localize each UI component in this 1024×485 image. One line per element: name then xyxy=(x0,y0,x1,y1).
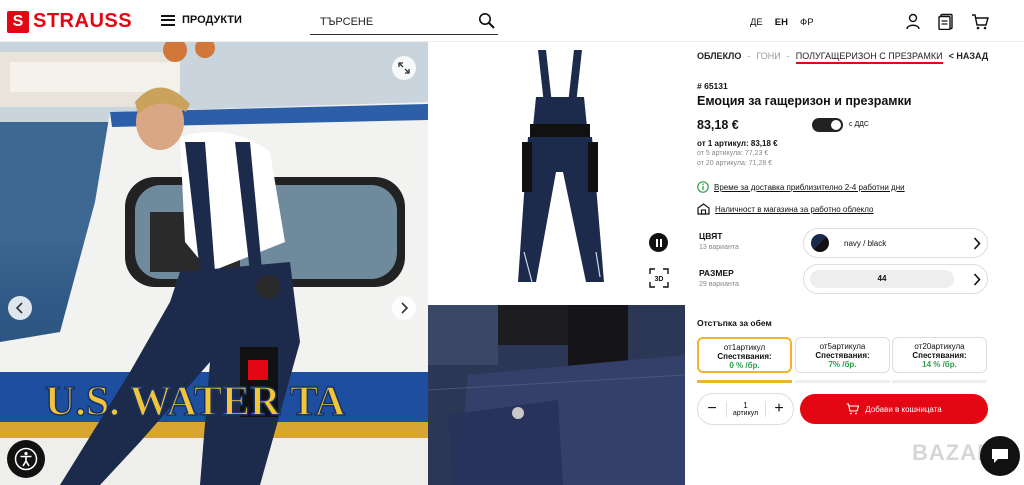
breadcrumb-clothing[interactable]: ОБЛЕКЛО xyxy=(697,51,741,64)
delivery-info: Време за доставка приблизително 2-4 рабо… xyxy=(697,181,905,193)
view-3d-icon[interactable]: 3D xyxy=(649,268,669,288)
logo-mark-icon: S xyxy=(7,10,29,33)
bulk-progress-bar xyxy=(697,380,792,383)
hamburger-icon xyxy=(161,14,175,26)
bulk-tier-label: Спестявания: xyxy=(717,352,772,361)
tier-price-5: от 5 артикула: 77,23 € xyxy=(697,150,769,157)
lang-de[interactable]: ДЕ xyxy=(750,17,763,28)
store-info: Наличност в магазина за работно облекло xyxy=(697,203,873,215)
lang-en[interactable]: ЕН xyxy=(775,17,788,28)
products-menu-label: ПРОДУКТИ xyxy=(182,14,242,26)
bulk-tier-qty: от1артикул xyxy=(723,343,766,352)
language-switcher: ДЕ ЕН ФР xyxy=(750,17,814,28)
bulk-tier-5[interactable]: от5артикула Спестявания: 7% /бр. xyxy=(795,337,890,373)
search-icon[interactable] xyxy=(478,12,496,30)
search-bar xyxy=(310,9,498,35)
color-label: ЦВЯТ xyxy=(699,231,723,241)
expand-icon[interactable] xyxy=(392,56,416,80)
bulk-discount-title: Отстъпка за обем xyxy=(697,318,772,328)
bulk-tier-qty: от20артикула xyxy=(914,342,965,351)
product-sku: # 65131 xyxy=(697,81,728,91)
bulk-tier-saving: 14 % /бр. xyxy=(922,360,957,369)
bulk-progress-bar xyxy=(892,380,987,383)
product-photo-main[interactable]: U.S. WATER TA xyxy=(0,42,428,485)
size-count: 29 варианта xyxy=(699,281,739,288)
chevron-right-icon xyxy=(973,237,981,250)
worker-boat-illustration: U.S. WATER TA xyxy=(0,42,428,485)
decrease-quantity-button[interactable]: − xyxy=(705,400,719,418)
size-label: РАЗМЕР xyxy=(699,268,734,278)
bulk-tier-saving: 0 % /бр. xyxy=(729,361,760,370)
size-selector[interactable]: 44 xyxy=(803,264,988,294)
color-value: navy / black xyxy=(844,238,887,248)
breadcrumb-separator: - xyxy=(786,51,790,61)
bulk-tier-label: Спестявания: xyxy=(912,351,967,360)
delivery-link[interactable]: Време за доставка приблизително 2-4 рабо… xyxy=(714,183,905,192)
header-icons xyxy=(905,13,989,30)
back-link[interactable]: < НАЗАД xyxy=(949,51,989,64)
product-title: Емоция за гащеризон и презрамки xyxy=(697,94,912,108)
bulk-tier-qty: от5артикула xyxy=(819,342,866,351)
quantity-stepper: − 1 артикул + xyxy=(697,393,794,425)
product-photo-detail[interactable] xyxy=(428,305,685,485)
lang-fr[interactable]: ФР xyxy=(800,17,814,28)
products-menu-button[interactable]: ПРОДУКТИ xyxy=(161,14,242,26)
fabric-detail-illustration xyxy=(428,305,685,485)
user-icon[interactable] xyxy=(905,13,921,30)
accessibility-button[interactable] xyxy=(7,440,45,478)
quantity-unit: артикул xyxy=(732,410,759,417)
product-info-panel: ОБЛЕКЛО - ГОНИ - ПОЛУГАЩЕРИЗОН С ПРЕЗРАМ… xyxy=(685,42,1024,485)
color-selector[interactable]: navy / black xyxy=(803,228,988,258)
vat-toggle[interactable] xyxy=(812,118,843,132)
tier-price-20: от 20 артикула: 71,28 € xyxy=(697,160,773,167)
chat-icon xyxy=(992,449,1008,463)
add-to-cart-label: Добави в кошницата xyxy=(865,404,942,414)
store-icon xyxy=(697,203,710,215)
add-to-cart-button[interactable]: Добави в кошницата xyxy=(800,394,988,424)
tier-price-1: от 1 артикул: 83,18 € xyxy=(697,139,778,148)
info-icon xyxy=(697,181,709,193)
search-input[interactable] xyxy=(310,15,470,28)
back-link-label: НАЗАД xyxy=(956,51,989,61)
breadcrumb-trousers[interactable]: ГОНИ xyxy=(756,51,780,64)
bulk-tier-label: Спестявания: xyxy=(815,351,870,360)
vat-toggle-label: с ДДС xyxy=(849,121,869,128)
color-count: 13 варианта xyxy=(699,244,739,251)
quantity-display[interactable]: 1 артикул xyxy=(725,401,766,417)
color-swatch xyxy=(811,234,829,252)
breadcrumb-current[interactable]: ПОЛУГАЩЕРИЗОН С ПРЕЗРАМКИ xyxy=(795,51,943,64)
site-header: S STRAUSS ПРОДУКТИ ДЕ ЕН ФР xyxy=(0,0,1024,42)
boat-lettering: U.S. WATER TA xyxy=(45,379,346,425)
pause-video-button[interactable] xyxy=(649,233,668,252)
chevron-right-icon xyxy=(973,273,981,286)
prev-image-button[interactable] xyxy=(8,296,32,320)
product-price: 83,18 € xyxy=(697,118,739,132)
bulk-progress-bar xyxy=(795,380,890,383)
bulk-tier-20[interactable]: от20артикула Спестявания: 14 % /бр. xyxy=(892,337,987,373)
breadcrumb: ОБЛЕКЛО - ГОНИ - ПОЛУГАЩЕРИЗОН С ПРЕЗРАМ… xyxy=(697,51,988,64)
accessibility-icon xyxy=(14,447,38,471)
next-image-button[interactable] xyxy=(392,296,416,320)
increase-quantity-button[interactable]: + xyxy=(772,400,786,418)
bulk-tier-saving: 7% /бр. xyxy=(828,360,857,369)
logo-text: STRAUSS xyxy=(33,10,133,32)
strauss-logo[interactable]: S STRAUSS xyxy=(7,10,132,33)
product-photo-overall[interactable]: 3D xyxy=(428,42,685,305)
add-to-cart-icon xyxy=(846,403,860,415)
overalls-illustration xyxy=(518,50,604,283)
chat-button[interactable] xyxy=(980,436,1020,476)
document-list-icon[interactable] xyxy=(938,13,954,30)
bulk-tier-1[interactable]: от1артикул Спестявания: 0 % /бр. xyxy=(697,337,792,373)
svg-text:3D: 3D xyxy=(655,276,664,283)
cart-icon[interactable] xyxy=(971,13,989,30)
breadcrumb-separator: - xyxy=(747,51,751,61)
store-availability-link[interactable]: Наличност в магазина за работно облекло xyxy=(715,205,873,214)
quantity-value: 1 xyxy=(743,401,748,410)
size-value: 44 xyxy=(810,270,954,288)
